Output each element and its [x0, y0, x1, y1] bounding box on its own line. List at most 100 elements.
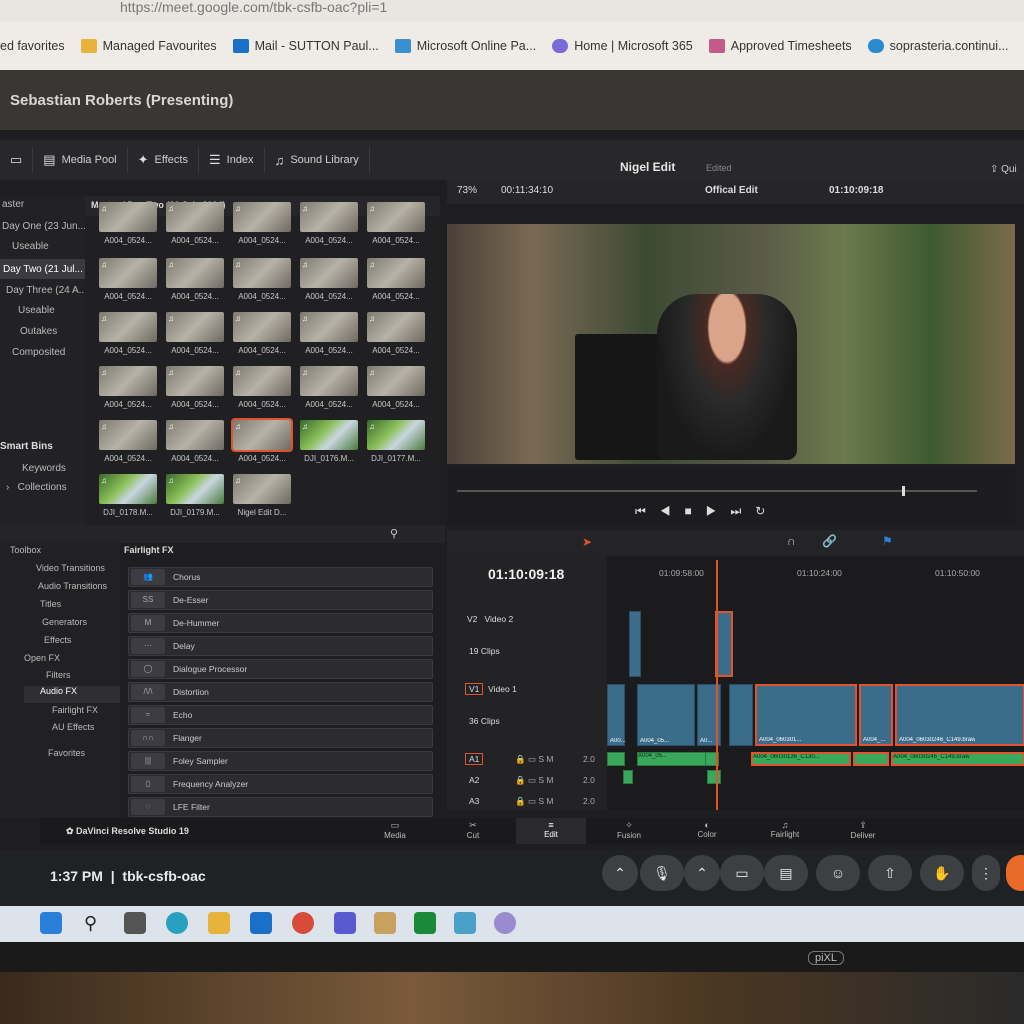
- scrub-bar[interactable]: [457, 490, 977, 492]
- fx-item[interactable]: SS De-Esser: [128, 590, 433, 610]
- video-clip[interactable]: A00...: [607, 684, 626, 746]
- bookmark-item[interactable]: Microsoft Online Pa...: [394, 39, 536, 53]
- media-pool-clip[interactable]: ♫ DJI_0178.M...: [99, 474, 157, 517]
- video-clip[interactable]: A004_05...: [637, 684, 695, 746]
- bookmark-item[interactable]: Managed Favourites: [80, 39, 217, 53]
- present-button[interactable]: ⇧: [868, 855, 912, 891]
- media-pool-clip[interactable]: ♫ A004_0524...: [367, 312, 425, 355]
- fx-item[interactable]: M De-Hummer: [128, 613, 433, 633]
- toolbox-item[interactable]: Favorites: [48, 748, 85, 758]
- search-icon[interactable]: ⚲: [84, 912, 106, 934]
- media-pool-clip[interactable]: ♫ A004_0524...: [300, 312, 358, 355]
- video-clip[interactable]: [629, 611, 641, 677]
- video-clip[interactable]: A004_...: [859, 684, 893, 746]
- fx-item[interactable]: ◌ LFE Filter: [128, 797, 433, 817]
- smart-bin-label[interactable]: Collections: [18, 482, 67, 493]
- selection-tool-icon[interactable]: ➤: [582, 535, 592, 549]
- fx-item[interactable]: ⋯ Delay: [128, 636, 433, 656]
- fx-item[interactable]: /\/\ Distortion: [128, 682, 433, 702]
- edge-icon[interactable]: [166, 912, 188, 934]
- media-pool-clip[interactable]: ♫ A004_0524...: [166, 202, 224, 245]
- app-icon[interactable]: [374, 912, 396, 934]
- media-pool-button[interactable]: ▤ Media Pool: [33, 147, 128, 173]
- task-view-icon[interactable]: [124, 912, 146, 934]
- media-pool-clip[interactable]: ♫ A004_0524...: [367, 258, 425, 301]
- page-tab-deliver[interactable]: ⇪ Deliver: [828, 818, 898, 844]
- media-pool-clip[interactable]: ♫ Nigel Edit D...: [233, 474, 291, 517]
- more-options-button[interactable]: ⋮: [972, 855, 1000, 891]
- page-tab-cut[interactable]: ✂ Cut: [438, 818, 508, 844]
- media-pool-clip[interactable]: ♫ A004_0524...: [300, 202, 358, 245]
- media-pool-clip[interactable]: ♫ A004_0524...: [233, 312, 291, 355]
- bin-item[interactable]: Day One (23 Jun...: [2, 221, 86, 232]
- chevron-right-icon[interactable]: ›: [6, 482, 18, 493]
- flag-icon[interactable]: ⚑: [882, 534, 893, 548]
- effects-button[interactable]: ✦ Effects: [128, 147, 199, 173]
- camera-button[interactable]: ▭: [720, 855, 764, 891]
- page-tab-edit[interactable]: ≡ Edit: [516, 818, 586, 844]
- audio-clip[interactable]: A004_06030246_C149.braw: [891, 752, 1024, 766]
- audio-clip[interactable]: [607, 752, 625, 766]
- snap-icon[interactable]: ∩: [787, 534, 796, 548]
- fx-item[interactable]: ∩∩ Flanger: [128, 728, 433, 748]
- media-pool-clip[interactable]: ♫ DJI_0179.M...: [166, 474, 224, 517]
- raise-hand-button[interactable]: ✋: [920, 855, 964, 891]
- track-controls[interactable]: 🔒 ▭ S M: [515, 775, 553, 786]
- media-pool-clip[interactable]: ♫ A004_0524...: [166, 366, 224, 409]
- timeline-area[interactable]: 01:09:58:00 01:10:24:00 01:10:50:00 A00... A…: [607, 556, 1024, 810]
- media-pool-clip[interactable]: ♫ A004_0524...: [300, 258, 358, 301]
- bin-item-selected[interactable]: Day Two (21 Jul...: [0, 259, 85, 279]
- toolbox-item[interactable]: AU Effects: [52, 722, 94, 732]
- bin-item[interactable]: Day Three (24 A...: [6, 285, 87, 296]
- playhead[interactable]: [716, 560, 718, 810]
- toolbox-item-selected[interactable]: Audio FX: [24, 686, 120, 703]
- windows-start-icon[interactable]: [40, 912, 62, 934]
- bookmark-item[interactable]: Mail - SUTTON Paul...: [232, 39, 379, 53]
- playback-buttons[interactable]: ⏮◀■▶⏭↻: [635, 504, 779, 519]
- page-tab-fairlight[interactable]: ♫ Fairlight: [750, 818, 820, 844]
- toolbox-item[interactable]: Filters: [46, 670, 71, 680]
- chevron-up-icon[interactable]: ⌃: [684, 855, 720, 891]
- sound-library-button[interactable]: ♫ Sound Library: [265, 147, 370, 173]
- master-bin[interactable]: aster: [2, 199, 24, 210]
- app-icon[interactable]: [494, 912, 516, 934]
- scrub-handle[interactable]: [902, 486, 905, 496]
- zoom-level[interactable]: 73%: [457, 185, 477, 196]
- media-pool-clip[interactable]: ♫ A004_0524...: [99, 202, 157, 245]
- track-v1-header[interactable]: V1 Video 1: [465, 683, 517, 695]
- microphone-button[interactable]: 🎙: [640, 855, 684, 891]
- leave-call-button[interactable]: [1006, 855, 1024, 891]
- page-tab-media[interactable]: ▭ Media: [360, 818, 430, 844]
- media-pool-clip[interactable]: ♫ A004_0524...: [166, 312, 224, 355]
- track-v2-header[interactable]: V2 Video 2: [467, 614, 513, 624]
- toolbar-left-icons[interactable]: ▭: [0, 147, 34, 173]
- bin-item[interactable]: Outakes: [20, 326, 57, 337]
- video-clip[interactable]: A004_06030246_C149.braw: [895, 684, 1024, 746]
- toolbox-item[interactable]: Generators: [42, 617, 87, 627]
- audio-track-header[interactable]: A2 🔒 ▭ S M 2.0: [465, 775, 605, 785]
- media-pool-clip[interactable]: ♫ A004_0524...: [99, 312, 157, 355]
- index-button[interactable]: ☰ Index: [199, 147, 265, 173]
- outlook-icon[interactable]: [250, 912, 272, 934]
- bin-item[interactable]: Useable: [12, 241, 49, 252]
- captions-button[interactable]: ▤: [764, 855, 808, 891]
- bookmark-item[interactable]: soprasteria.continui...: [867, 39, 1008, 53]
- media-pool-clip[interactable]: ♫ A004_0524...: [99, 420, 157, 463]
- audio-clip[interactable]: A004_06030136_C130...: [751, 752, 851, 766]
- media-pool-clip[interactable]: ♫ A004_0524...: [166, 420, 224, 463]
- app-icon[interactable]: [292, 912, 314, 934]
- toolbox-item[interactable]: Titles: [40, 599, 61, 609]
- search-icon[interactable]: ⚲: [390, 527, 398, 540]
- toolbox-item[interactable]: Video Transitions: [36, 563, 105, 573]
- audio-clip[interactable]: [623, 770, 633, 784]
- smart-bin-item[interactable]: Keywords: [22, 463, 66, 474]
- media-pool-clip[interactable]: ♫ DJI_0177.M...: [367, 420, 425, 463]
- fx-item[interactable]: ≈ Echo: [128, 705, 433, 725]
- audio-track-header[interactable]: A1 🔒 ▭ S M 2.0: [465, 753, 605, 765]
- video-clip[interactable]: A004_060301...: [755, 684, 857, 746]
- fx-item[interactable]: 👥 Chorus: [128, 567, 433, 587]
- bookmark-item[interactable]: Approved Timesheets: [708, 39, 852, 53]
- media-pool-clip[interactable]: ♫ A004_0524...: [99, 366, 157, 409]
- track-controls[interactable]: 🔒 ▭ S M: [515, 796, 553, 807]
- timeline-selector[interactable]: Offical Edit: [705, 185, 758, 196]
